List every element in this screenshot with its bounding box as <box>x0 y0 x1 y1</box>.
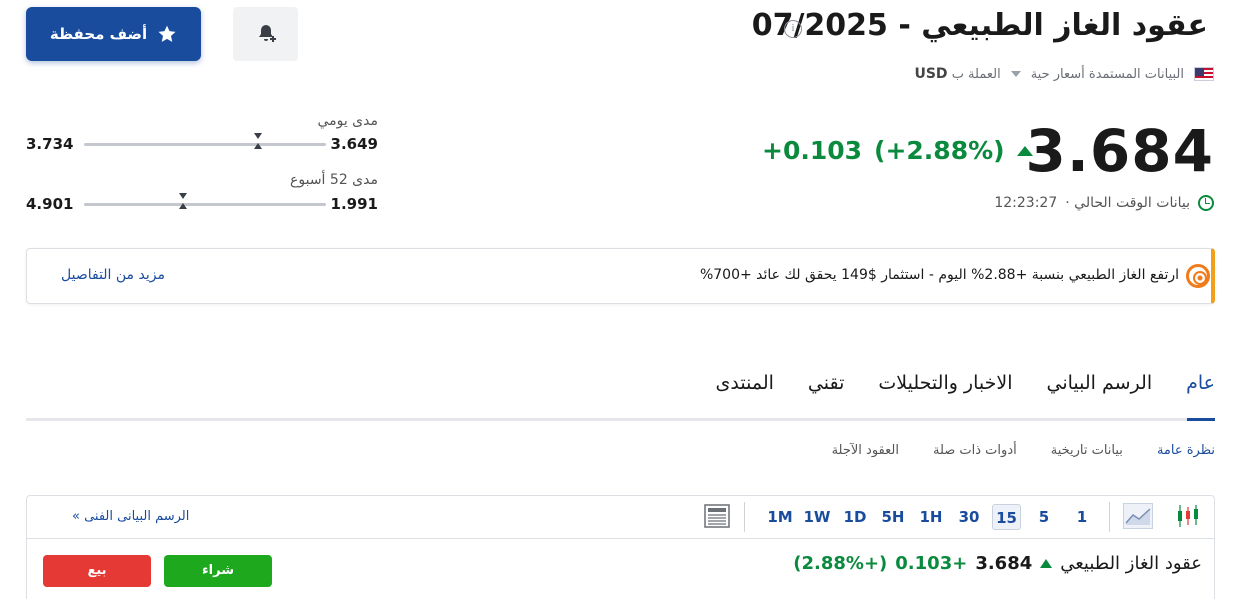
us-flag-icon <box>1194 67 1214 81</box>
time-label: بيانات الوقت الحالي · <box>1065 195 1190 211</box>
currency-label: العملة ب USD <box>914 66 1001 82</box>
week52-range-low: 1.991 <box>330 195 378 213</box>
change-value: +0.103 <box>762 136 863 165</box>
tab-forum[interactable]: المنتدى <box>716 372 774 404</box>
timeframe-1m[interactable]: 1M <box>765 504 795 530</box>
buy-button[interactable]: شراء <box>164 555 272 587</box>
week52-range-label: مدى 52 أسبوع <box>290 172 378 188</box>
price-change: +0.103 (+2.88%) <box>762 136 1033 165</box>
toolbar-divider <box>26 538 1215 539</box>
more-details-link[interactable]: مزيد من التفاصيل <box>61 267 165 283</box>
subtab-related-instruments[interactable]: أدوات ذات صلة <box>933 443 1017 458</box>
daily-range-high: 3.734 <box>26 135 74 153</box>
tab-chart[interactable]: الرسم البياني <box>1047 372 1153 404</box>
news-icon[interactable] <box>704 504 730 528</box>
ticker-price: 3.684 <box>975 553 1033 574</box>
week52-range-marker <box>179 203 188 209</box>
chevron-down-icon[interactable] <box>1010 71 1021 77</box>
timeframe-1h[interactable]: 1H <box>917 504 945 530</box>
clock-icon <box>1198 195 1214 211</box>
timeframe-15[interactable]: 15 <box>992 504 1021 530</box>
subtab-overview[interactable]: نظرة عامة <box>1157 443 1215 458</box>
promo-text: ارتفع الغاز الطبيعي بنسبة +2.88% اليوم -… <box>699 267 1179 283</box>
ticker-change: +0.103 <box>895 553 968 574</box>
target-icon <box>1186 264 1210 288</box>
add-alert-button[interactable] <box>233 7 298 61</box>
timeframe-1w[interactable]: 1W <box>802 504 832 530</box>
toolbar-separator <box>1109 502 1110 532</box>
add-portfolio-button[interactable]: أضف محفظة <box>26 7 201 61</box>
area-chart-icon[interactable] <box>1123 503 1153 529</box>
timeframe-5[interactable]: 5 <box>1032 504 1056 530</box>
technical-chart-link[interactable]: الرسم البيانى الفنى » <box>72 509 189 524</box>
subtab-futures-contracts[interactable]: العقود الآجلة <box>832 443 899 458</box>
sub-tabs: نظرة عامة بيانات تاريخية أدوات ذات صلة ا… <box>832 443 1215 458</box>
up-triangle-icon <box>1016 145 1033 156</box>
info-icon[interactable]: i <box>784 20 802 38</box>
currency-value: USD <box>914 66 948 82</box>
active-tab-indicator <box>1187 418 1215 421</box>
daily-range-marker <box>254 133 263 139</box>
bell-plus-icon <box>258 25 276 42</box>
timeframe-5h[interactable]: 5H <box>879 504 907 530</box>
subtab-historical-data[interactable]: بيانات تاريخية <box>1051 443 1123 458</box>
last-price: 3.684 <box>1025 117 1214 185</box>
quote-time: بيانات الوقت الحالي · 12:23:27 <box>994 195 1214 211</box>
main-tabs: عام الرسم البياني الاخبار والتحليلات تقن… <box>716 372 1215 404</box>
sell-button[interactable]: بيع <box>43 555 151 587</box>
week52-range-high: 4.901 <box>26 195 74 213</box>
candlestick-chart-icon[interactable] <box>1176 503 1200 529</box>
daily-range-low: 3.649 <box>330 135 378 153</box>
ticker-summary: عقود الغاز الطبيعي 3.684 +0.103 (+2.88%) <box>793 553 1202 574</box>
tab-technical[interactable]: تقني <box>808 372 844 404</box>
week52-range-bar <box>84 203 326 206</box>
daily-range-marker <box>254 143 263 149</box>
change-percent: (+2.88%) <box>874 136 1005 165</box>
page-title: عقود الغاز الطبيعي - 07/2025 <box>751 8 1208 43</box>
timeframe-30[interactable]: 30 <box>955 504 983 530</box>
ticker-change-percent: (+2.88%) <box>793 553 888 574</box>
toolbar-separator <box>744 502 745 532</box>
daily-range-label: مدى يومي <box>317 113 378 129</box>
time-value: 12:23:27 <box>994 195 1058 211</box>
tabs-divider <box>26 418 1215 421</box>
timeframe-1d[interactable]: 1D <box>841 504 869 530</box>
up-arrow-icon <box>1040 559 1053 568</box>
data-source-label: البيانات المستمدة أسعار حية <box>1030 66 1184 82</box>
star-icon <box>158 25 176 42</box>
tab-general[interactable]: عام <box>1186 372 1215 404</box>
timeframe-1[interactable]: 1 <box>1070 504 1094 530</box>
week52-range-marker <box>179 193 188 199</box>
daily-range-bar <box>84 143 326 146</box>
tab-news-analysis[interactable]: الاخبار والتحليلات <box>878 372 1012 404</box>
add-portfolio-label: أضف محفظة <box>49 25 148 43</box>
promo-banner: ارتفع الغاز الطبيعي بنسبة +2.88% اليوم -… <box>26 248 1215 304</box>
ticker-name: عقود الغاز الطبيعي <box>1060 553 1202 574</box>
instrument-meta: البيانات المستمدة أسعار حية العملة ب USD <box>914 66 1214 82</box>
